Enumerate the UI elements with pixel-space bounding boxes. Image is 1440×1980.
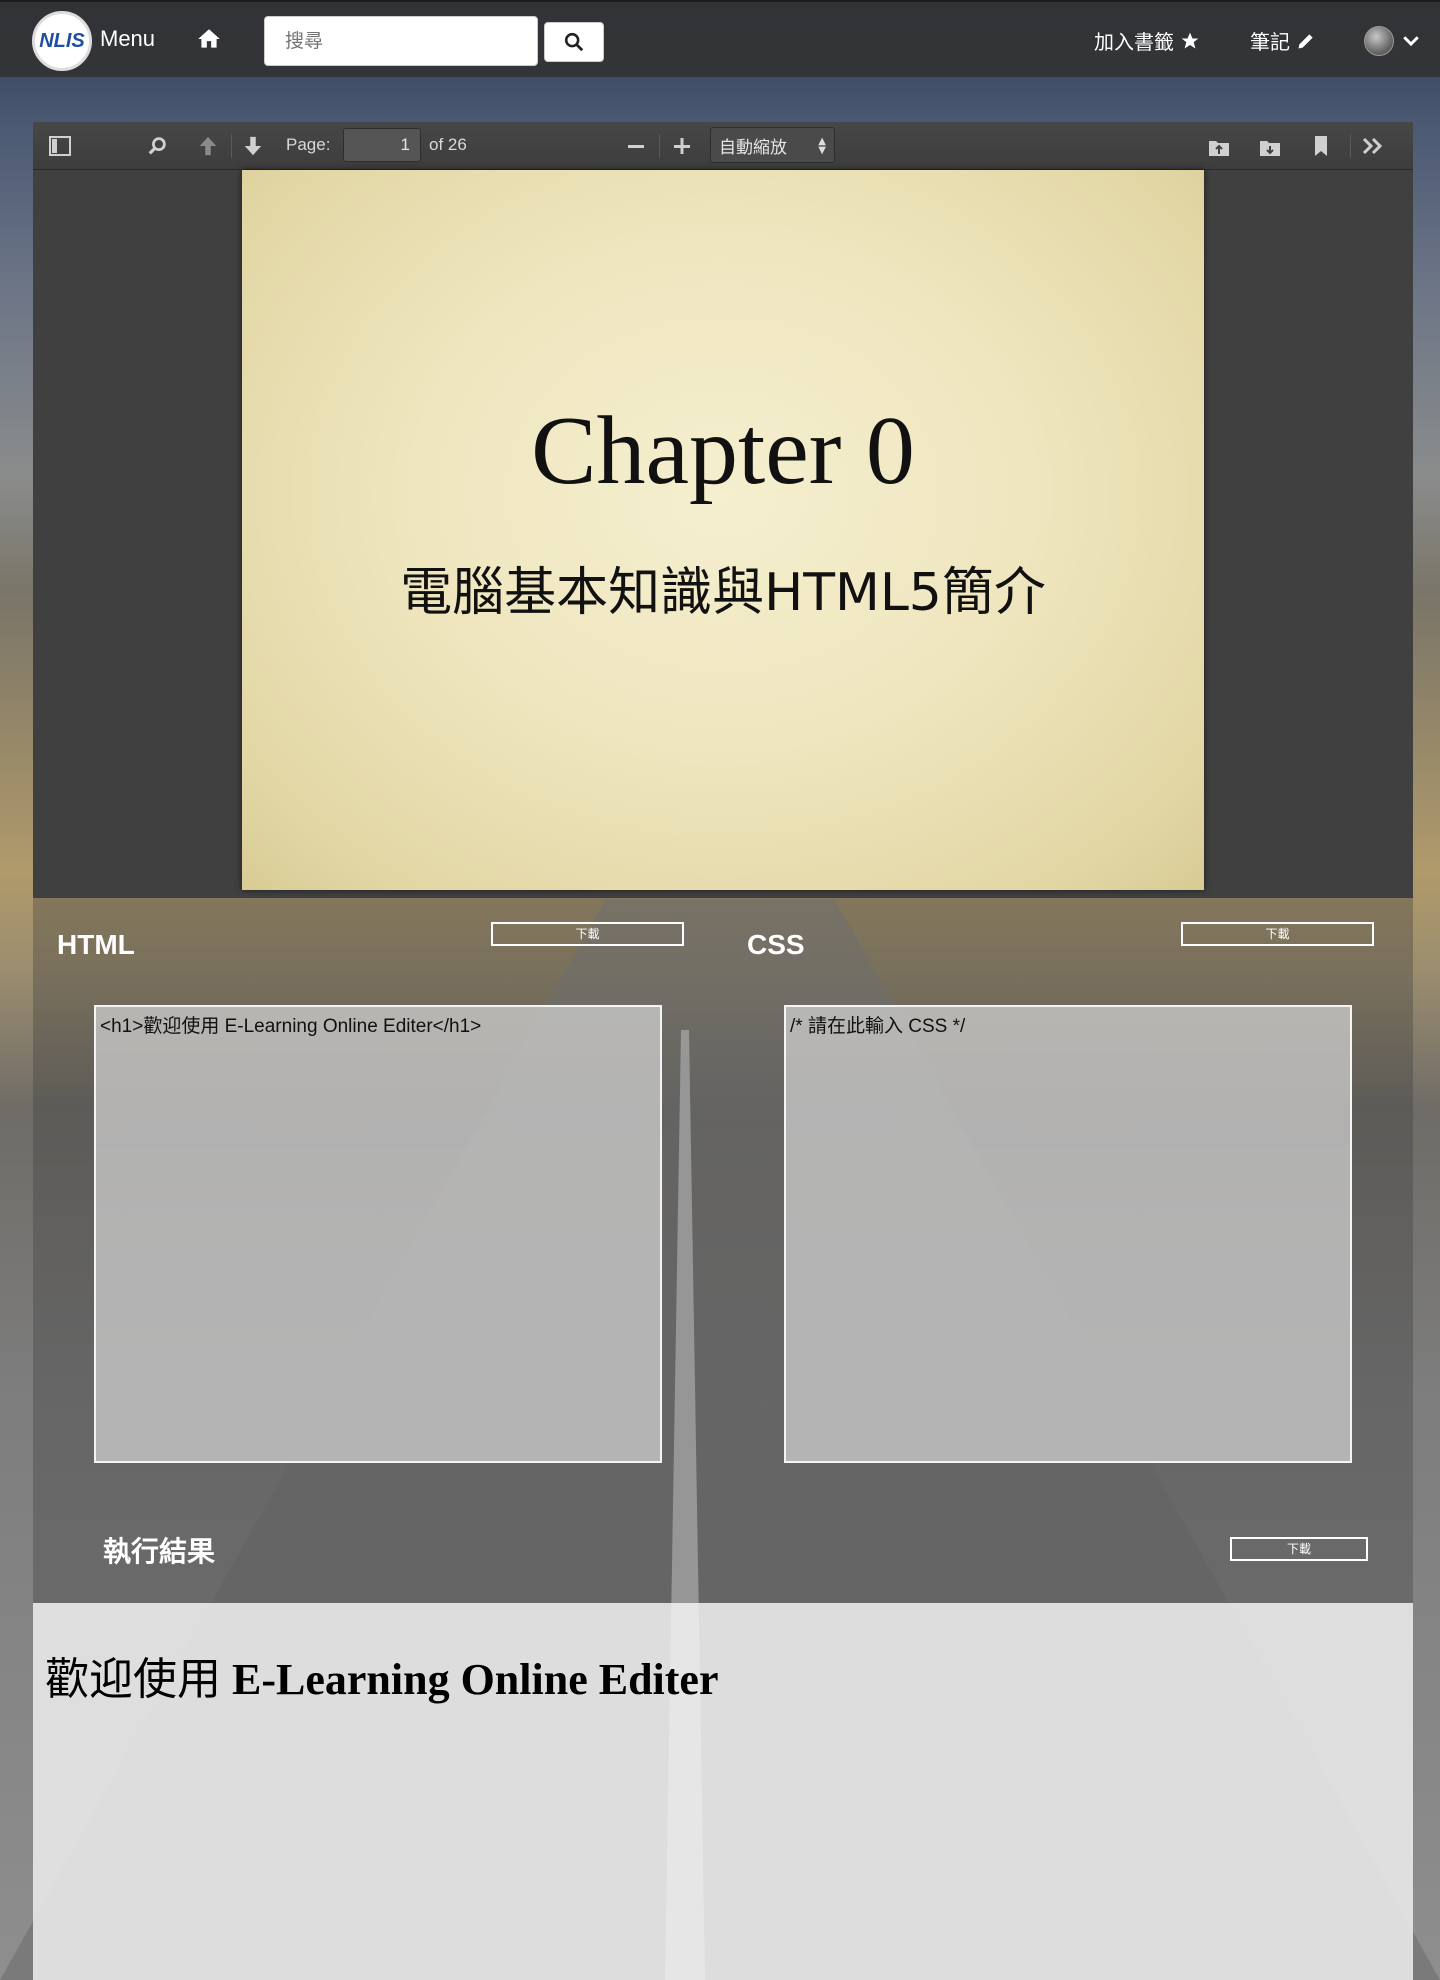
zoom-out-icon[interactable]: [624, 134, 648, 158]
pencil-icon: [1298, 33, 1313, 48]
result-heading: 歡迎使用 E-Learning Online Editer: [45, 1643, 718, 1707]
open-file-icon[interactable]: [1207, 134, 1231, 158]
page-number-input[interactable]: [343, 128, 421, 162]
avatar: [1364, 26, 1394, 56]
css-panel-title: CSS: [747, 929, 805, 960]
search-button[interactable]: [544, 22, 604, 62]
bookmark-icon[interactable]: [1309, 134, 1333, 158]
notes-link[interactable]: 筆記: [1250, 26, 1316, 55]
zoom-select[interactable]: 自動縮放 ▲ ▼: [710, 127, 835, 163]
search-icon: [564, 32, 584, 52]
add-bookmark-link[interactable]: 加入書籤: [1094, 26, 1200, 55]
find-icon[interactable]: [146, 134, 170, 158]
css-code-editor[interactable]: /* 請在此輸入 CSS */: [784, 1005, 1352, 1463]
previous-page-icon[interactable]: [196, 134, 220, 158]
html-download-button[interactable]: 下載: [491, 922, 684, 946]
html-code-editor[interactable]: <h1>歡迎使用 E-Learning Online Editer</h1>: [94, 1005, 662, 1463]
pdf-page: Chapter 0 電腦基本知識與HTML5簡介: [242, 170, 1204, 890]
star-icon: [1181, 32, 1199, 48]
pdf-viewer: Page: of 26 自動縮放 ▲▼ Chapter 0 電腦基本知識與HTM…: [33, 122, 1413, 898]
search-input[interactable]: [264, 16, 538, 66]
html-panel-title: HTML: [57, 929, 135, 960]
next-page-icon[interactable]: [241, 134, 265, 158]
download-icon[interactable]: [1258, 134, 1282, 158]
top-navbar: NLIS Menu 加入書籤 筆記: [0, 0, 1440, 77]
bookmark-label: 加入書籤: [1094, 30, 1174, 54]
home-icon[interactable]: [196, 26, 222, 52]
result-heading-bold: E-Learning Online Editer: [232, 1655, 719, 1704]
select-caret-icon: ▲ ▼: [818, 136, 826, 156]
logo-text: NLIS: [39, 29, 85, 52]
user-menu[interactable]: [1364, 26, 1420, 56]
tools-double-chevron-icon[interactable]: [1361, 134, 1385, 158]
menu-button[interactable]: Menu: [100, 26, 155, 52]
zoom-in-icon[interactable]: [670, 134, 694, 158]
notes-label: 筆記: [1250, 30, 1290, 54]
zoom-select-value: 自動縮放: [719, 137, 787, 158]
sidebar-toggle-icon[interactable]: [48, 134, 72, 158]
page-label: Page:: [286, 135, 331, 154]
result-heading-prefix: 歡迎使用: [45, 1655, 232, 1704]
pdf-toolbar: Page: of 26 自動縮放 ▲▼: [33, 122, 1413, 170]
site-logo[interactable]: NLIS: [32, 11, 92, 71]
css-download-button[interactable]: 下載: [1181, 922, 1374, 946]
slide-subtitle: 電腦基本知識與HTML5簡介: [400, 563, 1046, 623]
page-total: of 26: [429, 135, 467, 154]
result-preview: 歡迎使用 E-Learning Online Editer: [33, 1603, 1413, 1980]
result-panel-title: 執行結果: [103, 1535, 216, 1568]
chevron-down-icon: [1403, 36, 1419, 47]
result-download-button[interactable]: 下載: [1230, 1537, 1368, 1561]
slide-title: Chapter 0: [531, 397, 915, 505]
